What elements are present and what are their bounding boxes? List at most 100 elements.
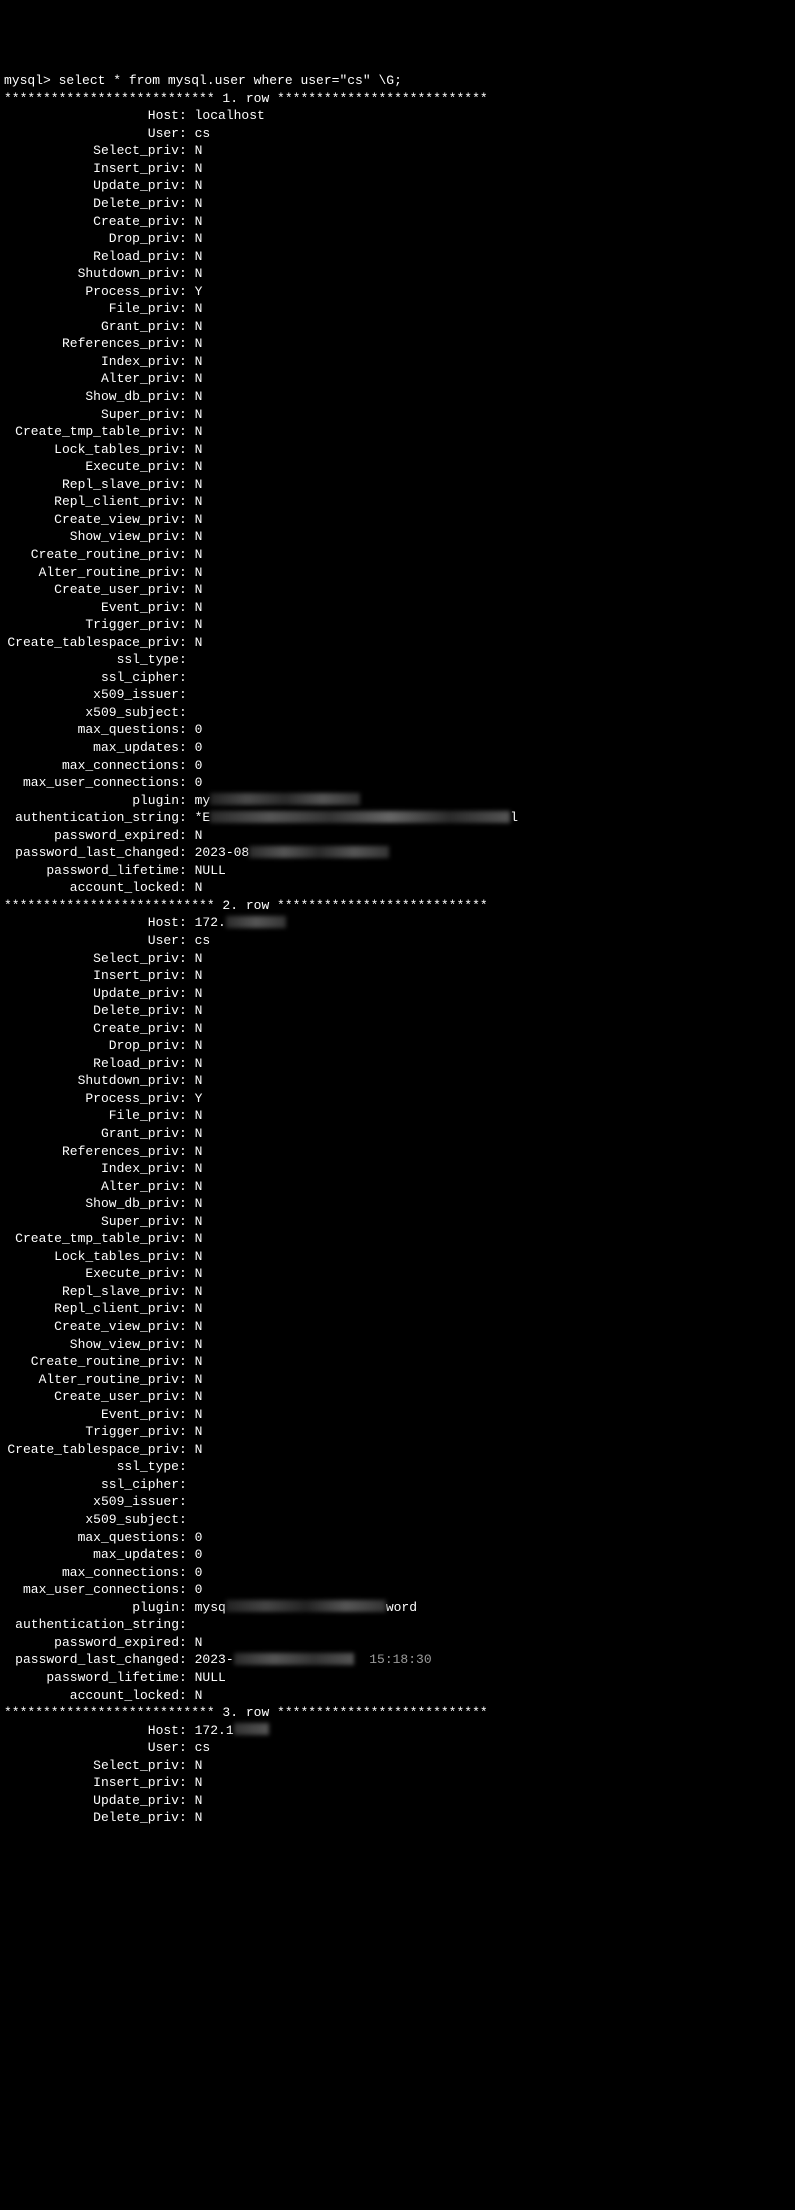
field-row: ssl_cipher: xyxy=(4,669,791,687)
field-value: N xyxy=(195,1055,203,1073)
field-label: x509_issuer xyxy=(4,1493,179,1511)
field-separator: : xyxy=(179,1107,195,1125)
field-label: authentication_string xyxy=(4,1616,179,1634)
field-label: ssl_cipher xyxy=(4,1476,179,1494)
field-label: Alter_routine_priv xyxy=(4,1371,179,1389)
field-separator: : xyxy=(179,1195,195,1213)
field-value: N xyxy=(195,1283,203,1301)
field-value: N xyxy=(195,388,203,406)
field-value: N xyxy=(195,581,203,599)
field-label: Create_routine_priv xyxy=(4,546,179,564)
field-row: max_questions: 0 xyxy=(4,1529,791,1547)
field-separator: : xyxy=(179,406,195,424)
field-label: Update_priv xyxy=(4,177,179,195)
field-label: plugin xyxy=(4,1599,179,1617)
field-label: Update_priv xyxy=(4,985,179,1003)
field-value: cs xyxy=(195,125,211,143)
field-row: Show_db_priv: N xyxy=(4,388,791,406)
field-value: 0 xyxy=(195,739,203,757)
field-separator: : xyxy=(179,1529,195,1547)
field-label: Super_priv xyxy=(4,1213,179,1231)
field-row: Trigger_priv: N xyxy=(4,1423,791,1441)
field-separator: : xyxy=(179,967,195,985)
field-separator: : xyxy=(179,634,195,652)
field-label: Execute_priv xyxy=(4,458,179,476)
field-separator: : xyxy=(179,1441,195,1459)
field-row: Delete_priv: N xyxy=(4,195,791,213)
field-label: Create_tablespace_priv xyxy=(4,634,179,652)
field-value: 0 xyxy=(195,757,203,775)
field-separator: : xyxy=(179,827,195,845)
field-row: Repl_client_priv: N xyxy=(4,493,791,511)
field-label: Select_priv xyxy=(4,1757,179,1775)
field-separator: : xyxy=(179,844,195,862)
field-row: Index_priv: N xyxy=(4,353,791,371)
field-label: Event_priv xyxy=(4,599,179,617)
field-separator: : xyxy=(179,1143,195,1161)
field-separator: : xyxy=(179,1564,195,1582)
field-label: Reload_priv xyxy=(4,1055,179,1073)
value-prefix: *E xyxy=(195,810,211,825)
field-label: Select_priv xyxy=(4,950,179,968)
field-row: Host: 172.1 xyxy=(4,1722,791,1740)
field-separator: : xyxy=(179,1406,195,1424)
field-label: Process_priv xyxy=(4,283,179,301)
redacted-segment xyxy=(249,846,389,858)
field-value: N xyxy=(195,967,203,985)
field-row: account_locked: N xyxy=(4,1687,791,1705)
field-separator: : xyxy=(179,528,195,546)
field-separator: : xyxy=(179,757,195,775)
field-label: ssl_cipher xyxy=(4,669,179,687)
field-value: N xyxy=(195,1248,203,1266)
field-label: Show_db_priv xyxy=(4,388,179,406)
row-separator: *************************** 3. row *****… xyxy=(4,1704,791,1722)
field-label: account_locked xyxy=(4,879,179,897)
field-label: max_questions xyxy=(4,1529,179,1547)
sql-prompt-line: mysql> select * from mysql.user where us… xyxy=(4,72,791,90)
field-label: Insert_priv xyxy=(4,1774,179,1792)
field-label: max_updates xyxy=(4,739,179,757)
field-label: Lock_tables_priv xyxy=(4,441,179,459)
field-label: Alter_priv xyxy=(4,1178,179,1196)
field-value: N xyxy=(195,265,203,283)
redacted-segment xyxy=(226,916,286,928)
field-row: authentication_string: *El xyxy=(4,809,791,827)
field-label: password_expired xyxy=(4,827,179,845)
field-value: NULL xyxy=(195,1669,226,1687)
field-label: References_priv xyxy=(4,1143,179,1161)
field-separator: : xyxy=(179,1809,195,1827)
field-separator: : xyxy=(179,1458,195,1476)
field-value: localhost xyxy=(195,107,265,125)
field-value: N xyxy=(195,985,203,1003)
field-row: Reload_priv: N xyxy=(4,248,791,266)
field-separator: : xyxy=(179,370,195,388)
field-value: N xyxy=(195,1125,203,1143)
field-row: x509_subject: xyxy=(4,704,791,722)
field-separator: : xyxy=(179,335,195,353)
field-row: Update_priv: N xyxy=(4,177,791,195)
field-value: cs xyxy=(195,1739,211,1757)
field-separator: : xyxy=(179,1581,195,1599)
field-label: x509_subject xyxy=(4,1511,179,1529)
field-separator: : xyxy=(179,1178,195,1196)
field-row: Lock_tables_priv: N xyxy=(4,441,791,459)
field-value: N xyxy=(195,441,203,459)
field-label: Shutdown_priv xyxy=(4,1072,179,1090)
field-row: Alter_routine_priv: N xyxy=(4,1371,791,1389)
field-value: N xyxy=(195,1336,203,1354)
field-value: N xyxy=(195,142,203,160)
field-row: Alter_routine_priv: N xyxy=(4,564,791,582)
value-prefix: 172. xyxy=(195,915,226,930)
row-separator: *************************** 2. row *****… xyxy=(4,897,791,915)
field-row: Show_db_priv: N xyxy=(4,1195,791,1213)
field-value: N xyxy=(195,1107,203,1125)
field-value: N xyxy=(195,160,203,178)
field-label: User xyxy=(4,932,179,950)
field-label: Process_priv xyxy=(4,1090,179,1108)
field-row: Delete_priv: N xyxy=(4,1809,791,1827)
field-row: Delete_priv: N xyxy=(4,1002,791,1020)
value-suffix: word xyxy=(386,1600,417,1615)
field-value: N xyxy=(195,1143,203,1161)
field-row: Event_priv: N xyxy=(4,1406,791,1424)
field-row: File_priv: N xyxy=(4,300,791,318)
